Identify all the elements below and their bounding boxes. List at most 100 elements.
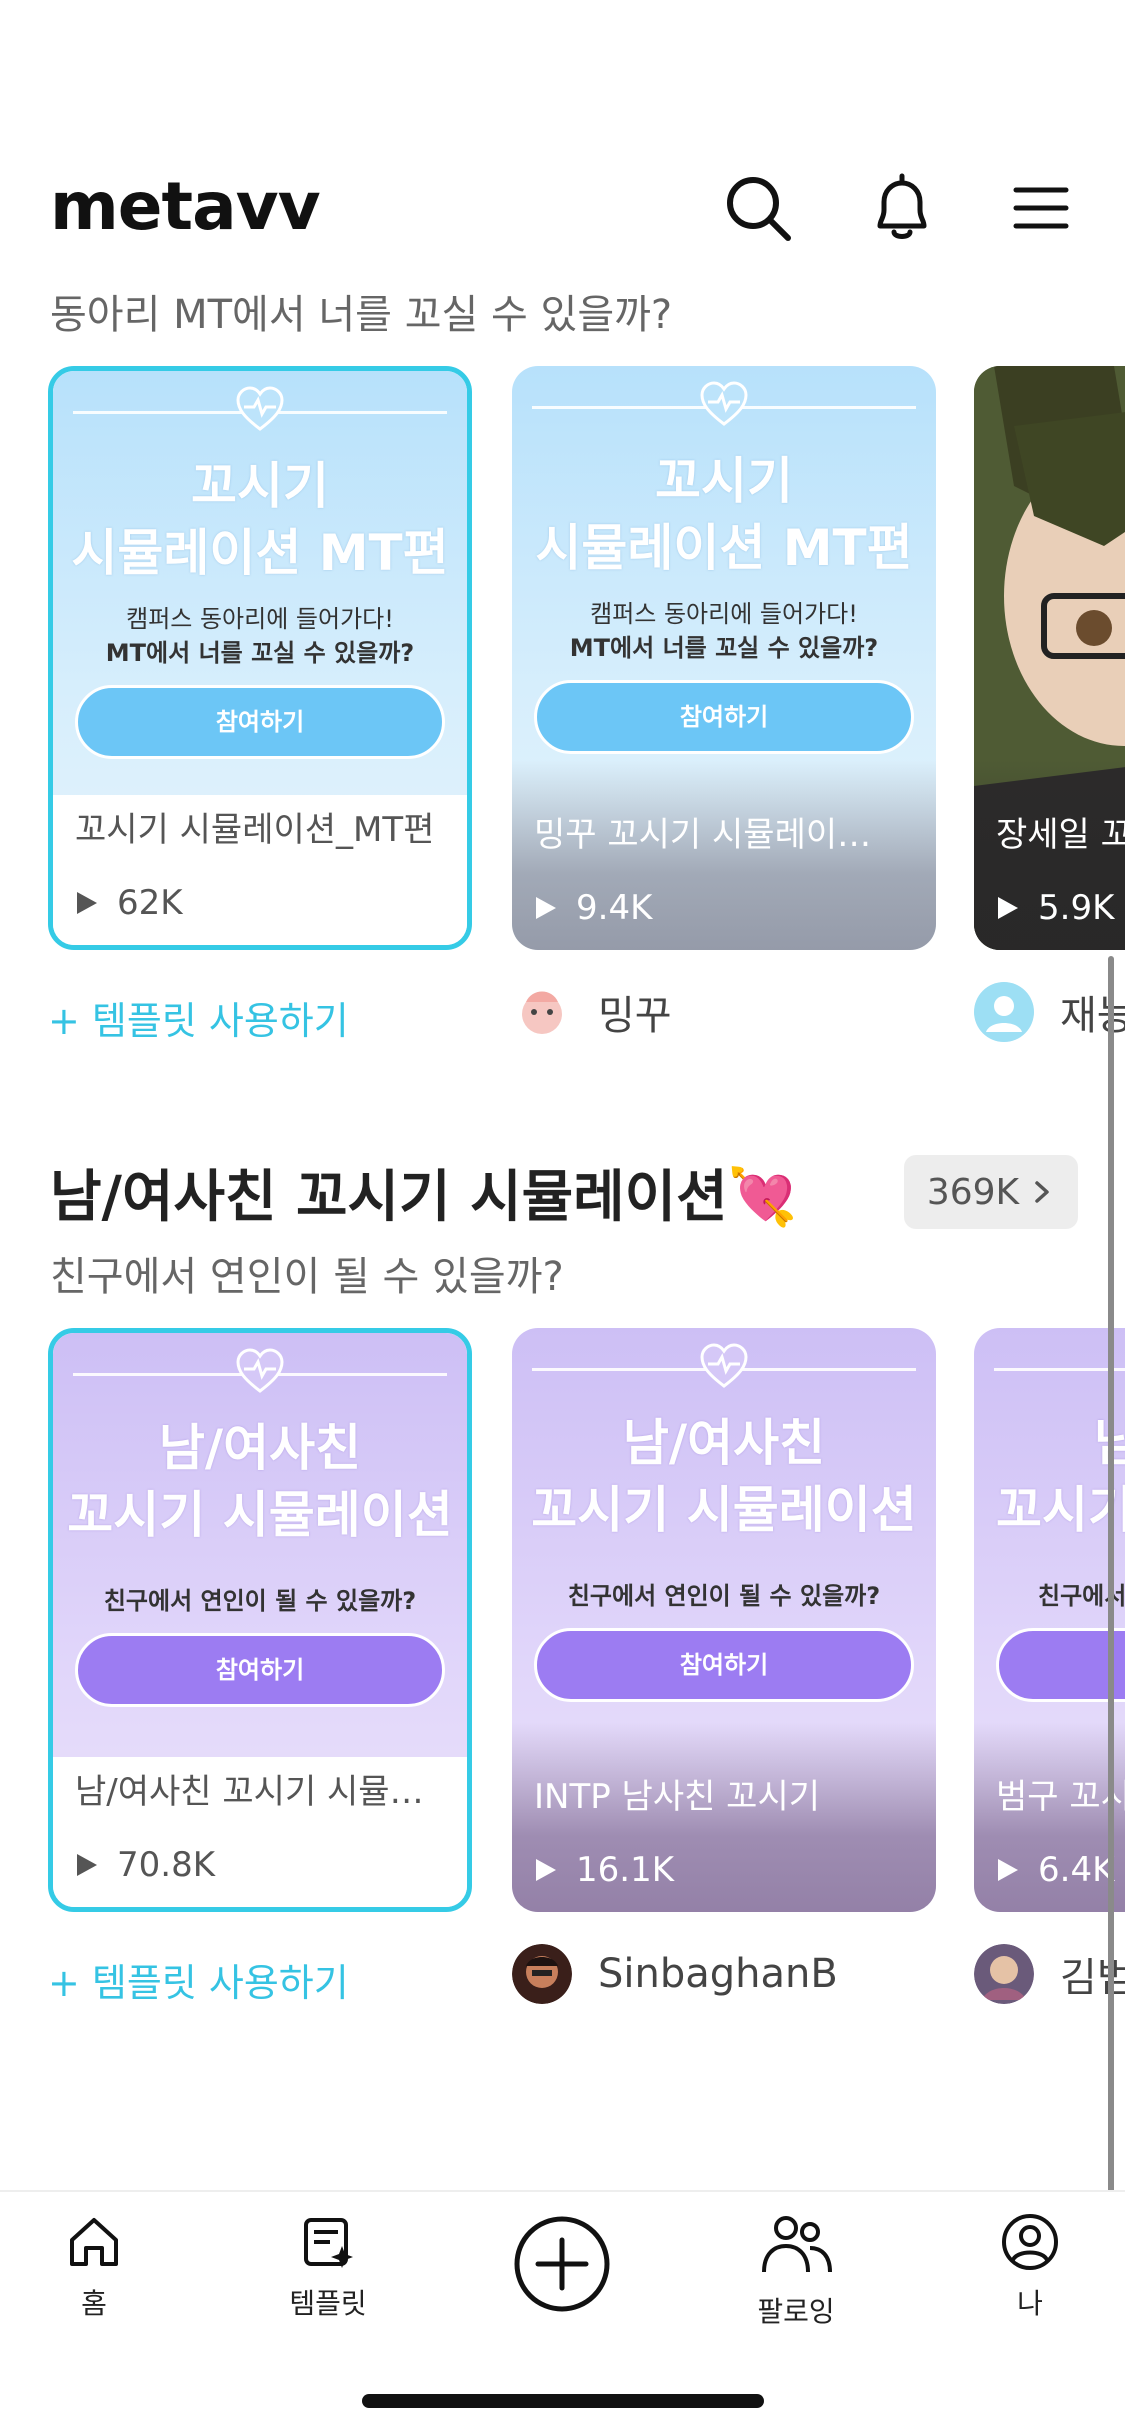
author[interactable]: 김범 [974, 1944, 1125, 2004]
avatar [512, 982, 572, 1042]
use-template-link[interactable]: + 템플릿 사용하기 [48, 1952, 349, 2007]
poster-subtitle: 캠퍼스 동아리에 들어가다! [126, 605, 394, 633]
card-title: 장세일 꼬 [996, 815, 1125, 855]
card-row: 꼬시기 시뮬레이션 MT편 캠퍼스 동아리에 들어가다! MT에서 너를 꼬실 … [0, 366, 1125, 966]
play-icon [998, 897, 1018, 919]
join-button[interactable]: 참여하기 [534, 680, 914, 754]
view-count-value: 5.9K [1038, 888, 1115, 928]
poster-title: 시뮬레이션 MT편 [71, 524, 449, 582]
view-count-value: 6.4K [1038, 1850, 1115, 1890]
join-button[interactable]: 참여하기 [75, 1633, 445, 1707]
people-icon [762, 2216, 832, 2273]
section-title: 남/여사친 꼬시기 시뮬레이션💘 [50, 1165, 798, 1230]
author[interactable]: 재능 [974, 982, 1125, 1042]
template-card[interactable]: 남/여사친 꼬시기 시뮬레이션 친구에서 연인이 될 수 있을까? 참여하기 남… [48, 1328, 472, 1912]
view-count: 9.4K [534, 888, 652, 928]
play-icon [998, 1859, 1018, 1881]
poster-subtitle: 친구에서 [1038, 1582, 1125, 1610]
template-card[interactable]: 꼬시기 시뮬레이션 MT편 캠퍼스 동아리에 들어가다! MT에서 너를 꼬실 … [512, 366, 936, 950]
nav-templates[interactable]: 템플릿 [238, 2212, 418, 2322]
avatar [512, 1944, 572, 2004]
view-count: 70.8K [75, 1845, 215, 1885]
chevron-right-icon [1035, 1181, 1049, 1203]
view-count: 6.4K [996, 1850, 1114, 1890]
view-count-value: 70.8K [117, 1845, 215, 1885]
card-title: 꼬시기 시뮬레이션_MT편 [75, 810, 435, 850]
avatar [974, 982, 1034, 1042]
poster-title: 꼬시기 [996, 1481, 1125, 1539]
join-button[interactable]: 참여하기 [534, 1628, 914, 1702]
menu-icon[interactable] [1002, 170, 1078, 246]
heart-icon [234, 1345, 286, 1397]
poster-subtitle: 친구에서 연인이 될 수 있을까? [103, 1587, 417, 1615]
heart-icon [698, 1340, 750, 1392]
view-count-value: 9.4K [576, 888, 653, 928]
app-logo[interactable]: metavv [50, 168, 321, 245]
nav-me[interactable]: 나 [940, 2212, 1120, 2322]
nav-create[interactable] [472, 2214, 652, 2318]
nav-label: 템플릿 [289, 2287, 367, 2320]
template-card[interactable]: 남/ 꼬시기 친구에서 범구 꼬시 6.4K [974, 1328, 1125, 1912]
author[interactable]: SinbaghanB [512, 1944, 838, 2004]
card-meta-row: + 템플릿 사용하기 밍꾸 재능 [0, 976, 1125, 1056]
nav-label: 홈 [81, 2287, 107, 2320]
poster-subtitle: 친구에서 연인이 될 수 있을까? [567, 1582, 881, 1610]
view-count: 16.1K [534, 1850, 674, 1890]
nav-label: 나 [1017, 2287, 1043, 2320]
bell-icon[interactable] [864, 170, 940, 246]
play-icon [77, 1854, 97, 1876]
app-header: metavv [0, 150, 1125, 260]
poster-subtitle: MT에서 너를 꼬실 수 있을까? [105, 639, 415, 667]
home-icon [70, 2218, 118, 2266]
profile-icon [1002, 2214, 1058, 2270]
template-icon [304, 2218, 353, 2268]
use-template-link[interactable]: + 템플릿 사용하기 [48, 990, 349, 1045]
scrollbar[interactable] [1108, 956, 1114, 2326]
card-meta-row: + 템플릿 사용하기 SinbaghanB 김범 [0, 1938, 1125, 2018]
poster-subtitle: 캠퍼스 동아리에 들어가다! [590, 600, 858, 628]
nav-home[interactable]: 홈 [4, 2212, 184, 2322]
heart-icon [234, 383, 286, 435]
poster-title: 꼬시기 [191, 457, 329, 515]
card-title: 범구 꼬시 [996, 1777, 1125, 1817]
template-count: 369K [926, 1171, 1020, 1213]
template-card[interactable]: 꼬시기 시뮬레이션 MT편 캠퍼스 동아리에 들어가다! MT에서 너를 꼬실 … [48, 366, 472, 950]
heart-icon [698, 378, 750, 430]
view-count-value: 16.1K [576, 1850, 674, 1890]
poster-subtitle: MT에서 너를 꼬실 수 있을까? [569, 634, 879, 662]
nav-following[interactable]: 팔로잉 [706, 2212, 886, 2330]
author-name: 밍꾸 [598, 993, 672, 1039]
card-row: 남/여사친 꼬시기 시뮬레이션 친구에서 연인이 될 수 있을까? 참여하기 남… [0, 1328, 1125, 1928]
view-count: 5.9K [996, 888, 1114, 928]
poster-title: 남/ [974, 1403, 1125, 1475]
poster-title: 시뮬레이션 MT편 [535, 519, 913, 577]
card-title: INTP 남사친 꼬시기 [534, 1777, 821, 1817]
section-subtitle: 친구에서 연인이 될 수 있을까? [50, 1254, 564, 1300]
join-button[interactable]: 참여하기 [75, 685, 445, 759]
view-count-value: 62K [117, 883, 183, 923]
poster-title: 남/여사친 [158, 1419, 362, 1477]
see-all-button[interactable]: 369K [904, 1155, 1078, 1229]
author-name: 재능 [1060, 993, 1125, 1039]
search-icon[interactable] [720, 170, 796, 246]
section-subtitle: 동아리 MT에서 너를 꼬실 수 있을까? [50, 292, 673, 338]
poster-title: 남/여사친 [622, 1414, 826, 1472]
view-count: 62K [75, 883, 183, 923]
plus-circle-icon [514, 2216, 610, 2312]
template-card[interactable]: 남/여사친 꼬시기 시뮬레이션 친구에서 연인이 될 수 있을까? 참여하기 I… [512, 1328, 936, 1912]
nav-label: 팔로잉 [757, 2295, 835, 2328]
author-name: SinbaghanB [598, 1951, 838, 1997]
poster-title: 꼬시기 [655, 452, 793, 510]
avatar [974, 1944, 1034, 2004]
play-icon [536, 897, 556, 919]
author[interactable]: 밍꾸 [512, 982, 672, 1042]
card-title: 밍꾸 꼬시기 시뮬레이… [534, 815, 872, 855]
poster-title: 꼬시기 시뮬레이션 [67, 1486, 453, 1544]
template-card[interactable]: 장세일 꼬 5.9K [974, 366, 1125, 950]
join-button[interactable] [996, 1628, 1125, 1702]
play-icon [536, 1859, 556, 1881]
play-icon [77, 892, 97, 914]
poster-title: 꼬시기 시뮬레이션 [531, 1481, 917, 1539]
card-title: 남/여사친 꼬시기 시뮬… [75, 1772, 424, 1812]
author-name: 김범 [1060, 1955, 1125, 2001]
